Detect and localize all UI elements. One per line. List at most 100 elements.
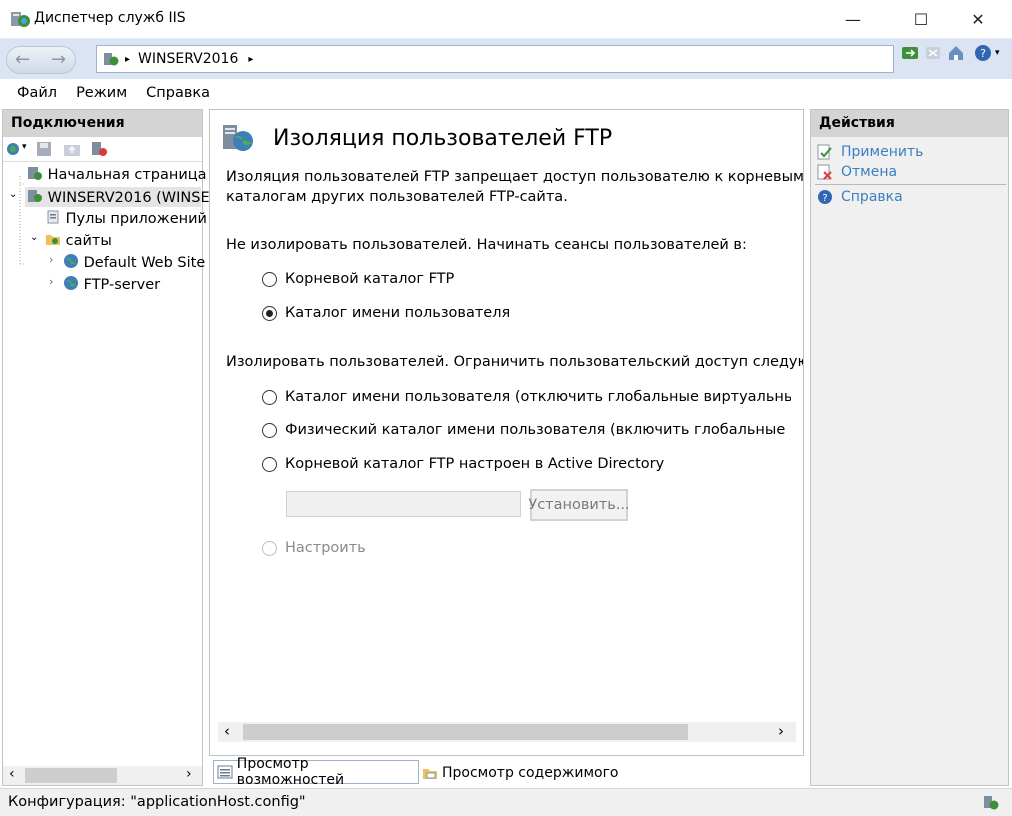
maximize-icon: ☐: [914, 10, 928, 29]
action-cancel[interactable]: Отмена: [817, 164, 897, 180]
content-view-icon: [422, 765, 438, 781]
scroll-thumb[interactable]: [25, 768, 117, 783]
radio-custom[interactable]: [262, 541, 277, 556]
window-title: Диспетчер служб IIS: [34, 10, 186, 26]
set-button[interactable]: Установить...: [530, 489, 628, 521]
svg-text:?: ?: [822, 193, 827, 204]
home-icon[interactable]: [947, 44, 965, 62]
ad-path-input[interactable]: [286, 491, 521, 517]
stop-icon[interactable]: [925, 45, 941, 61]
tab-content-view[interactable]: Просмотр содержимого: [422, 762, 619, 784]
scroll-right-icon[interactable]: ›: [186, 766, 192, 782]
collapse-icon[interactable]: ⌄: [9, 189, 17, 200]
scroll-right-icon[interactable]: ›: [778, 722, 784, 740]
connections-header: Подключения: [3, 110, 202, 137]
action-help-label: Справка: [841, 189, 903, 205]
connections-pane: Подключения ▾ Начальная страница ⌄ WINSE…: [2, 109, 203, 786]
ftp-isolation-icon: [221, 121, 255, 155]
radio-active-directory[interactable]: [262, 457, 277, 472]
server-icon: [103, 51, 119, 67]
tree-item-label: Default Web Site: [84, 255, 206, 271]
tree-item-default-web-site[interactable]: Default Web Site: [63, 253, 205, 271]
disconnect-icon[interactable]: [91, 141, 109, 157]
center-horizontal-scrollbar[interactable]: ‹ ›: [218, 722, 796, 742]
radio-physical-dir-label[interactable]: Физический каталог имени пользователя (в…: [285, 422, 791, 438]
up-folder-icon[interactable]: [63, 141, 81, 157]
minimize-icon: —: [845, 10, 861, 29]
breadcrumb-separator[interactable]: ▸: [248, 54, 253, 65]
status-bar: Конфигурация: "applicationHost.config": [0, 788, 1012, 816]
description-line-1: Изоляция пользователей FTP запрещает дос…: [226, 169, 804, 185]
tree-item-label: FTP-server: [84, 277, 161, 293]
radio-active-directory-label[interactable]: Корневой каталог FTP настроен в Active D…: [285, 456, 664, 472]
tree-item-server[interactable]: WINSERV2016 (WINSERV: [25, 187, 201, 207]
tree-item-label: сайты: [66, 233, 112, 249]
help-dropdown-icon[interactable]: ▾: [995, 48, 1000, 58]
menu-view[interactable]: Режим: [76, 85, 127, 101]
radio-username-dir[interactable]: [262, 306, 277, 321]
features-view-icon: [217, 764, 233, 780]
connect-icon[interactable]: [5, 141, 23, 157]
close-icon: ✕: [971, 10, 984, 29]
menu-bar: Файл Режим Справка: [0, 79, 1012, 107]
connections-toolbar: ▾: [3, 137, 202, 161]
tab-features-view[interactable]: Просмотр возможностей: [213, 760, 419, 784]
page-title: Изоляция пользователей FTP: [273, 126, 612, 151]
tab-content-label: Просмотр содержимого: [442, 765, 619, 781]
cancel-icon: [817, 164, 833, 180]
actions-pane: Действия Применить Отмена ? Справка: [810, 109, 1009, 786]
address-field[interactable]: ▸ WINSERV2016 ▸: [96, 45, 894, 73]
radio-username-noglobal[interactable]: [262, 390, 277, 405]
status-server-icon: [983, 795, 1001, 811]
radio-username-noglobal-label[interactable]: Каталог имени пользователя (отключить гл…: [285, 389, 791, 405]
expand-icon[interactable]: ›: [49, 275, 53, 288]
collapse-icon[interactable]: ⌄: [30, 232, 38, 243]
close-button[interactable]: ✕: [955, 0, 1001, 38]
tree-item-ftp-server[interactable]: FTP-server: [63, 275, 160, 293]
maximize-button[interactable]: ☐: [898, 0, 944, 38]
connect-dropdown-icon[interactable]: ▾: [22, 142, 27, 152]
menu-help[interactable]: Справка: [146, 85, 210, 101]
action-apply-label: Применить: [841, 144, 923, 160]
radio-username-dir-label[interactable]: Каталог имени пользователя: [285, 305, 510, 321]
help-icon[interactable]: ?: [974, 44, 992, 62]
tree-item-sites[interactable]: сайты: [45, 231, 112, 249]
breadcrumb-separator: ▸: [125, 54, 130, 65]
globe-icon: [63, 275, 79, 291]
app-pools-icon: [45, 209, 61, 225]
expand-icon[interactable]: ›: [49, 253, 53, 266]
no-isolate-section-label: Не изолировать пользователей. Начинать с…: [226, 237, 747, 253]
iis-app-icon: [10, 9, 30, 29]
menu-file[interactable]: Файл: [17, 85, 57, 101]
title-bar: Диспетчер служб IIS — ☐ ✕: [0, 0, 1012, 38]
radio-root-ftp-label[interactable]: Корневой каталог FTP: [285, 271, 454, 287]
address-bar: ← → ▸ WINSERV2016 ▸ ? ▾: [0, 38, 1012, 79]
tree-item-app-pools[interactable]: Пулы приложений: [45, 209, 207, 227]
server-icon: [27, 188, 43, 204]
tree-item-start-page[interactable]: Начальная страница: [27, 165, 207, 183]
breadcrumb-server[interactable]: WINSERV2016: [138, 51, 238, 67]
minimize-button[interactable]: —: [830, 0, 876, 38]
save-icon[interactable]: [36, 141, 52, 157]
help-icon: ?: [817, 189, 833, 205]
isolate-section-label: Изолировать пользователей. Ограничить по…: [226, 354, 804, 370]
nav-buttons: ← →: [6, 46, 76, 74]
action-apply[interactable]: Применить: [817, 144, 923, 160]
radio-physical-dir[interactable]: [262, 423, 277, 438]
radio-custom-label[interactable]: Настроить: [285, 540, 366, 556]
tree-item-label: Начальная страница: [48, 167, 207, 183]
action-help[interactable]: ? Справка: [817, 189, 903, 205]
forward-arrow-icon[interactable]: →: [51, 49, 66, 70]
tree-item-label: Пулы приложений: [66, 211, 207, 227]
refresh-icon[interactable]: [901, 45, 919, 61]
tab-features-label: Просмотр возможностей: [237, 756, 418, 788]
apply-icon: [817, 144, 833, 160]
back-arrow-icon[interactable]: ←: [15, 49, 30, 70]
horizontal-scrollbar[interactable]: ‹ ›: [3, 766, 202, 785]
scroll-left-icon[interactable]: ‹: [9, 766, 15, 782]
scroll-thumb[interactable]: [243, 724, 688, 740]
scroll-left-icon[interactable]: ‹: [224, 722, 230, 740]
actions-header: Действия: [811, 110, 1008, 137]
radio-root-ftp[interactable]: [262, 272, 277, 287]
description-line-2: каталогам других пользователей FTP-сайта…: [226, 189, 568, 205]
